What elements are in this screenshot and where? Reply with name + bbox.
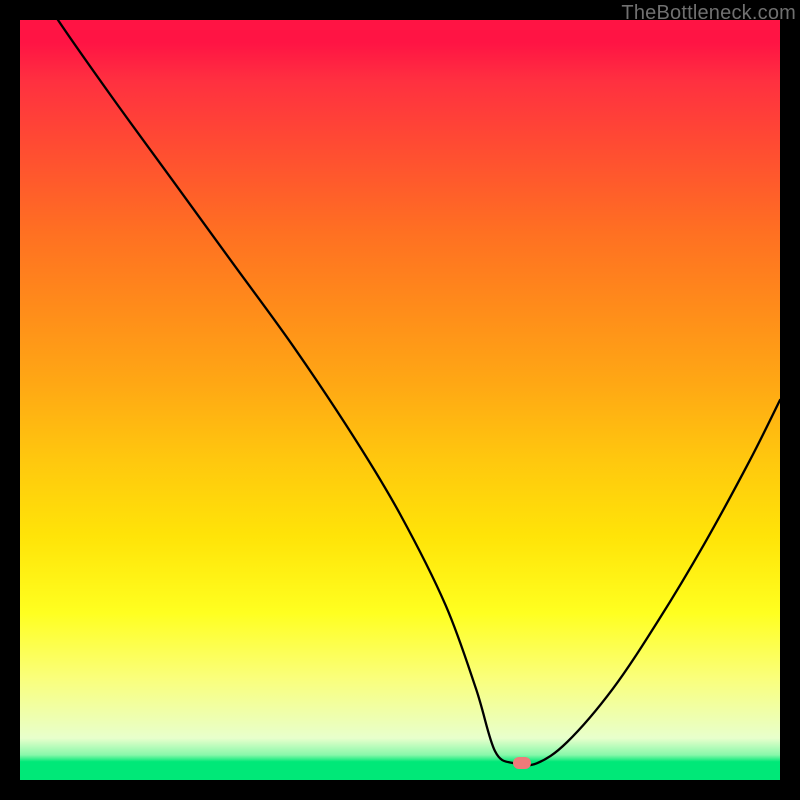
optimal-marker xyxy=(513,757,531,769)
bottleneck-curve-path xyxy=(20,20,780,765)
plot-area xyxy=(20,20,780,780)
chart-frame: TheBottleneck.com xyxy=(0,0,800,800)
watermark-text: TheBottleneck.com xyxy=(621,2,796,25)
chart-line-layer xyxy=(20,20,780,780)
